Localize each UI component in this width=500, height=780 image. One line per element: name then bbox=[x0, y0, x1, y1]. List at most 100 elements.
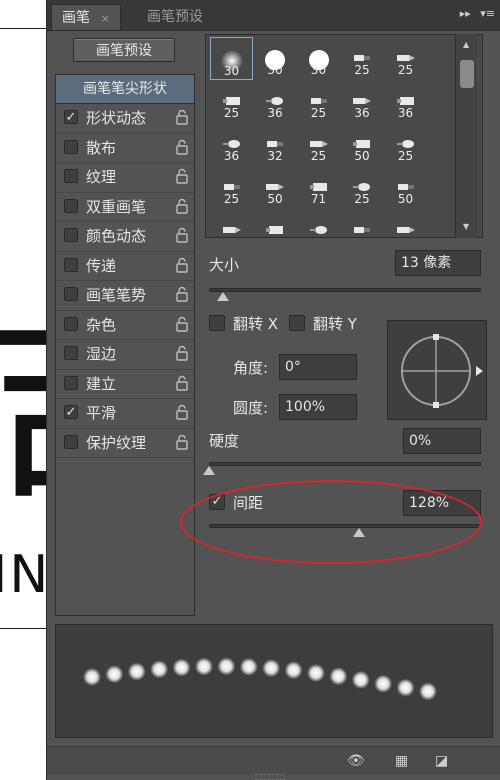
size-field[interactable]: 13 像素 bbox=[395, 250, 481, 276]
panel-resize-grip[interactable] bbox=[255, 774, 285, 780]
brush-option-item[interactable]: 散布 bbox=[56, 134, 194, 163]
brush-tip[interactable]: 25 bbox=[297, 123, 340, 166]
brush-tip[interactable]: 30 bbox=[297, 37, 340, 80]
hardness-slider-thumb[interactable] bbox=[203, 466, 215, 475]
option-checkbox[interactable] bbox=[64, 257, 78, 272]
brush-tip[interactable]: 30 bbox=[254, 37, 297, 80]
toggle-live-tip-icon[interactable]: 👁 bbox=[347, 753, 365, 769]
brush-option-item[interactable]: 杂色 bbox=[56, 311, 194, 340]
flip-y-label: 翻转 Y bbox=[313, 315, 357, 333]
brush-tip[interactable] bbox=[297, 209, 340, 237]
brush-tip[interactable]: 25 bbox=[297, 80, 340, 123]
tab-close-icon[interactable]: × bbox=[100, 12, 109, 25]
brush-grid-view-icon[interactable]: ▦ bbox=[395, 753, 408, 769]
tab-brush[interactable]: 画笔 × bbox=[51, 4, 121, 30]
document-bottom-line bbox=[0, 628, 50, 629]
preview-dot bbox=[127, 662, 146, 681]
preview-dot bbox=[172, 658, 191, 677]
brush-option-item[interactable]: ✓ 平滑 bbox=[56, 399, 194, 429]
tab-brush-presets-label: 画笔预设 bbox=[147, 9, 203, 25]
brush-tip[interactable]: 50 bbox=[384, 166, 427, 209]
scrollbar-thumb[interactable] bbox=[460, 60, 474, 88]
brush-tip[interactable]: 36 bbox=[210, 123, 253, 166]
brush-tip[interactable]: 36 bbox=[341, 80, 384, 123]
flip-x-checkbox[interactable] bbox=[209, 315, 225, 331]
lock-icon[interactable] bbox=[176, 168, 188, 184]
spacing-field[interactable]: 128% bbox=[403, 490, 481, 516]
flip-y-checkbox[interactable] bbox=[289, 315, 305, 331]
option-checkbox[interactable] bbox=[64, 346, 78, 360]
lock-icon[interactable] bbox=[176, 109, 188, 125]
brush-tip[interactable]: 25 bbox=[384, 37, 427, 80]
option-label: 画笔笔势 bbox=[86, 286, 147, 304]
option-checkbox[interactable] bbox=[64, 375, 78, 390]
brush-tip[interactable]: 25 bbox=[341, 166, 384, 209]
lock-icon[interactable] bbox=[176, 404, 188, 420]
option-checkbox[interactable] bbox=[64, 169, 78, 183]
brush-tip[interactable]: 25 bbox=[210, 166, 253, 209]
scroll-up-icon[interactable]: ▲ bbox=[463, 40, 469, 49]
hardness-field[interactable]: 0% bbox=[403, 428, 481, 454]
option-checkbox[interactable]: ✓ bbox=[64, 405, 78, 419]
brush-grid-scrollbar[interactable]: ▲ ▼ bbox=[455, 34, 477, 238]
brush-option-item[interactable]: 纹理 bbox=[56, 163, 194, 193]
scroll-down-icon[interactable]: ▼ bbox=[463, 222, 469, 231]
lock-icon[interactable] bbox=[176, 286, 188, 302]
lock-icon[interactable] bbox=[176, 257, 188, 273]
brush-tip[interactable]: 25 bbox=[210, 80, 253, 123]
brush-tip[interactable]: 32 bbox=[254, 123, 297, 166]
lock-icon[interactable] bbox=[176, 198, 188, 214]
size-slider-track[interactable] bbox=[209, 288, 481, 292]
tab-brush-presets[interactable]: 画笔预设 bbox=[137, 4, 213, 30]
lock-icon[interactable] bbox=[176, 434, 188, 450]
option-checkbox[interactable] bbox=[64, 287, 78, 301]
new-brush-preset-icon[interactable]: ◪ bbox=[435, 753, 448, 769]
lock-icon[interactable] bbox=[176, 227, 188, 243]
lock-icon[interactable] bbox=[176, 316, 188, 332]
brush-tip[interactable]: 25 bbox=[341, 37, 384, 80]
brush-option-item[interactable]: ✓ 形状动态 bbox=[56, 104, 194, 134]
brush-tip[interactable] bbox=[254, 209, 297, 237]
angle-compass-icon bbox=[401, 334, 483, 408]
lock-icon[interactable] bbox=[176, 345, 188, 361]
option-checkbox[interactable] bbox=[64, 139, 78, 154]
spacing-slider-track[interactable] bbox=[209, 524, 481, 528]
option-checkbox[interactable] bbox=[64, 228, 78, 242]
panel-menu-icon[interactable]: ▾≡ bbox=[480, 7, 495, 20]
angle-roundness-widget[interactable] bbox=[387, 320, 487, 420]
brush-tip[interactable]: 30 bbox=[210, 37, 253, 80]
brush-option-item[interactable]: 画笔笔势 bbox=[56, 281, 194, 311]
brush-tip[interactable] bbox=[341, 209, 384, 237]
spacing-checkbox[interactable]: ✓ bbox=[209, 494, 225, 510]
option-checkbox[interactable]: ✓ bbox=[64, 110, 78, 124]
brush-option-item[interactable]: 保护纹理 bbox=[56, 429, 194, 458]
lock-icon[interactable] bbox=[176, 139, 188, 155]
brush-tip[interactable]: 71 bbox=[297, 166, 340, 209]
spacing-slider-thumb[interactable] bbox=[352, 528, 365, 537]
hardness-slider-track[interactable] bbox=[209, 462, 481, 466]
brush-tip[interactable] bbox=[210, 209, 253, 237]
brush-option-item[interactable]: 双重画笔 bbox=[56, 193, 194, 222]
brush-tip[interactable]: 50 bbox=[254, 166, 297, 209]
brush-option-item[interactable]: 湿边 bbox=[56, 340, 194, 370]
option-checkbox[interactable] bbox=[64, 198, 78, 213]
option-checkbox[interactable] bbox=[64, 316, 78, 331]
lock-icon[interactable] bbox=[176, 375, 188, 391]
option-label: 平滑 bbox=[86, 404, 117, 422]
brush-tip[interactable]: 36 bbox=[254, 80, 297, 123]
size-slider-thumb[interactable] bbox=[216, 292, 229, 301]
roundness-field[interactable]: 100% bbox=[279, 394, 357, 420]
brush-tip[interactable]: 36 bbox=[384, 80, 427, 123]
angle-field[interactable]: 0° bbox=[279, 354, 357, 380]
brush-option-item[interactable]: 建立 bbox=[56, 370, 194, 399]
brush-option-item[interactable]: 传递 bbox=[56, 252, 194, 281]
brush-tip[interactable]: 50 bbox=[341, 123, 384, 166]
brush-tip-size: 25 bbox=[223, 192, 240, 206]
brush-tip[interactable] bbox=[384, 209, 427, 237]
brush-presets-button[interactable]: 画笔预设 bbox=[73, 38, 175, 62]
option-checkbox[interactable] bbox=[64, 434, 78, 449]
brush-tip[interactable]: 25 bbox=[384, 123, 427, 166]
brush-tip-shape-item[interactable]: 画笔笔尖形状 bbox=[56, 75, 194, 104]
brush-option-item[interactable]: 颜色动态 bbox=[56, 222, 194, 252]
collapse-panel-icon[interactable]: ▸▸ bbox=[460, 7, 471, 20]
